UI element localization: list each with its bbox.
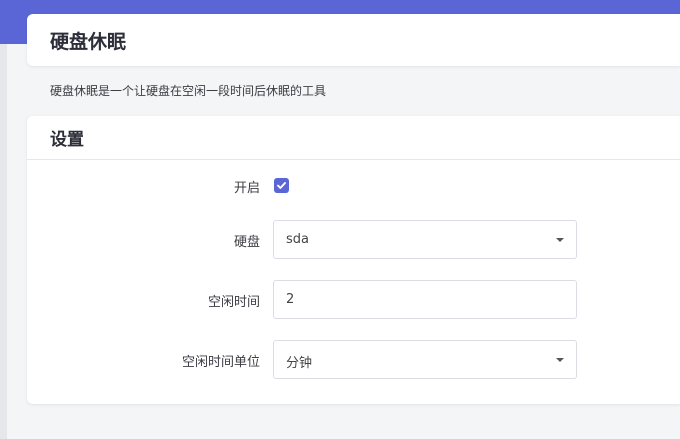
idle-unit-select-value: 分钟	[286, 356, 313, 371]
idle-unit-label: 空闲时间单位	[181, 355, 260, 370]
section-title: 设置	[50, 130, 84, 150]
enable-label: 开启	[233, 181, 260, 196]
check-icon	[277, 182, 286, 189]
disk-select[interactable]: sda	[273, 220, 577, 259]
settings-section: 设置 开启 硬盘 sda 空闲时间 2 空闲时间单位 分钟	[27, 116, 680, 404]
idle-time-input[interactable]: 2	[273, 280, 577, 319]
page-description: 硬盘休眠是一个让硬盘在空闲一段时间后休眠的工具	[50, 84, 327, 98]
idle-time-label: 空闲时间	[207, 295, 260, 310]
idle-time-value: 2	[286, 292, 295, 307]
left-edge	[0, 0, 7, 439]
disk-select-value: sda	[286, 232, 309, 247]
enable-checkbox[interactable]	[274, 178, 289, 193]
disk-label: 硬盘	[233, 235, 260, 250]
page-title: 硬盘休眠	[50, 31, 127, 53]
chevron-down-icon	[556, 238, 564, 242]
section-header: 设置	[27, 116, 680, 160]
title-card: 硬盘休眠	[27, 14, 680, 66]
idle-unit-select[interactable]: 分钟	[273, 340, 577, 379]
chevron-down-icon	[556, 358, 564, 362]
